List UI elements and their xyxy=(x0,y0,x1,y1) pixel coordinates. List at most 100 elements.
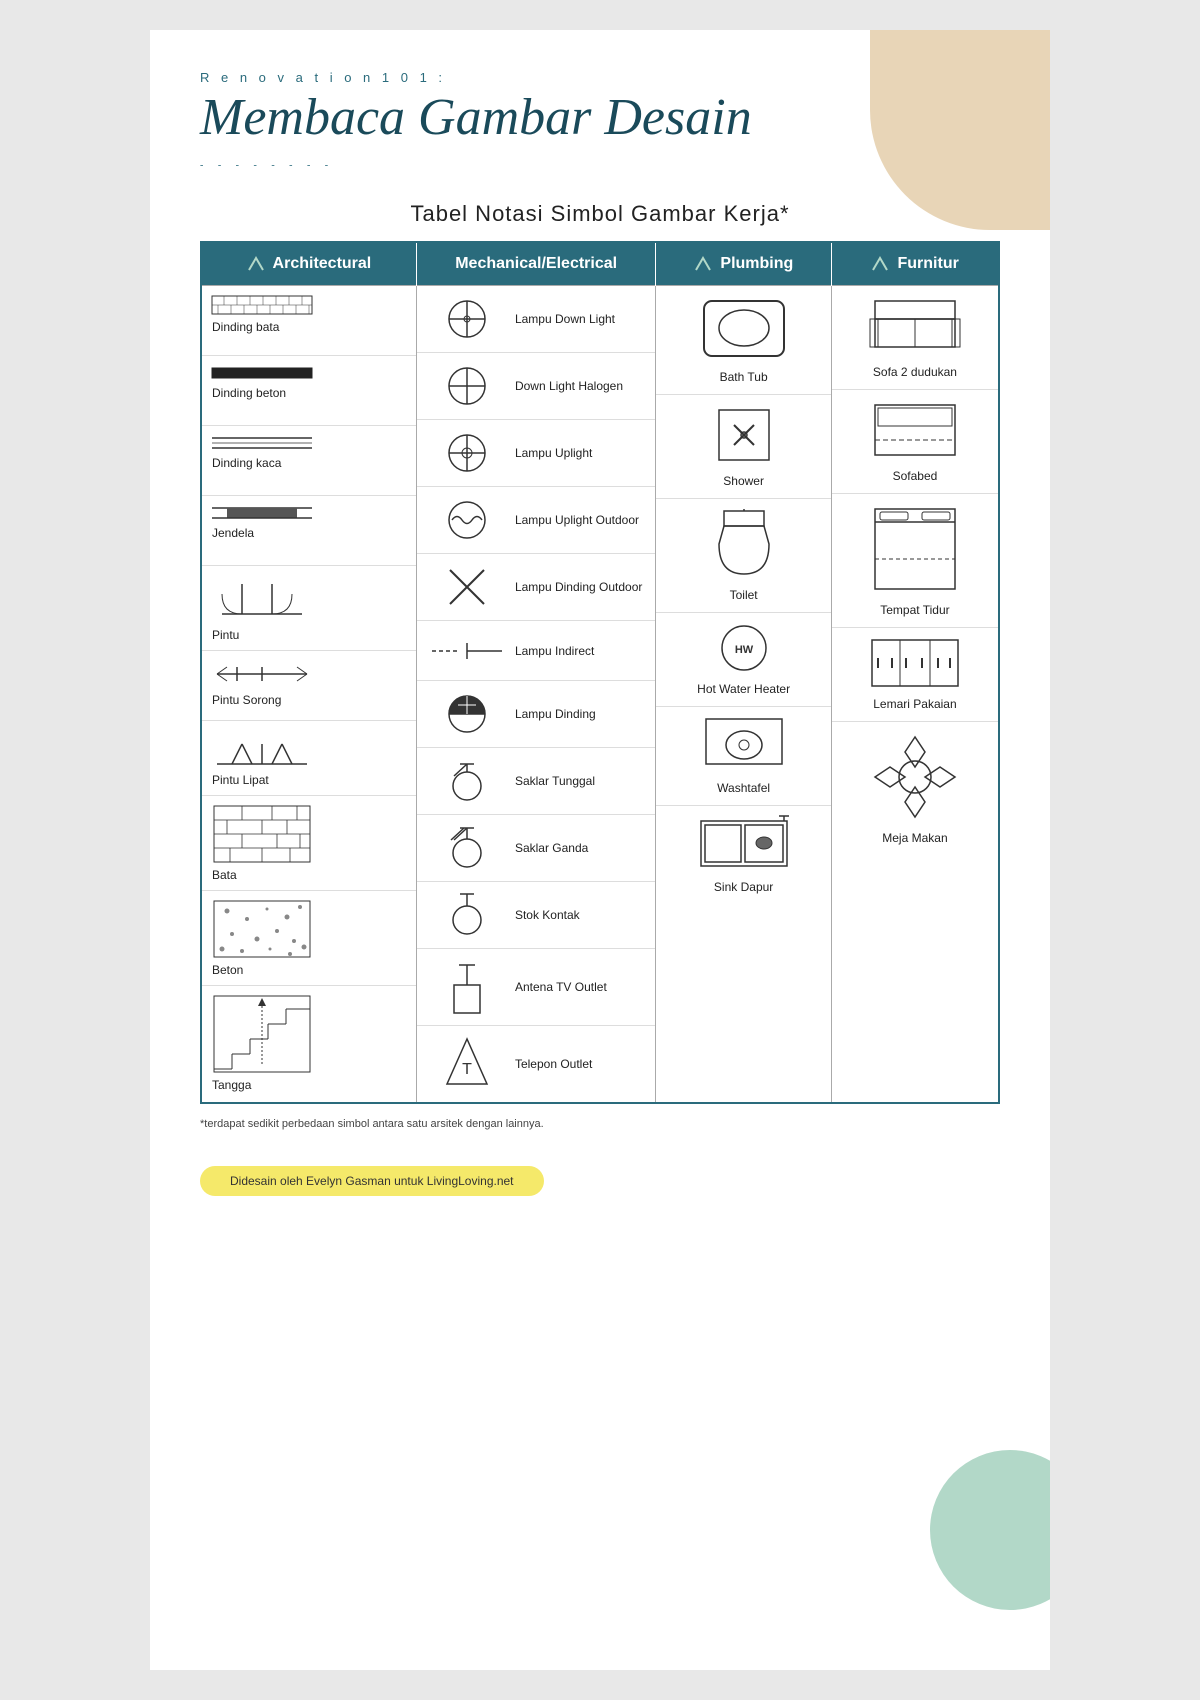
beton-symbol xyxy=(212,899,312,959)
tempat-tidur-label: Tempat Tidur xyxy=(880,603,949,617)
plumb-item-bathtub: Bath Tub xyxy=(656,286,831,395)
footer-credit: Didesain oleh Evelyn Gasman untuk Living… xyxy=(200,1166,544,1196)
mech-item-lampu-down-light: Lampu Down Light xyxy=(417,286,655,353)
dinding-beton-label: Dinding beton xyxy=(212,386,286,400)
table-title: Tabel Notasi Simbol Gambar Kerja* xyxy=(200,201,1000,227)
pintu-symbol xyxy=(212,574,312,624)
lemari-label: Lemari Pakaian xyxy=(873,697,956,711)
arch-item-dinding-beton: Dinding beton xyxy=(202,356,416,426)
jendela-label: Jendela xyxy=(212,526,254,540)
shower-label: Shower xyxy=(723,474,764,488)
sofa-label: Sofa 2 dudukan xyxy=(873,365,957,379)
jendela-symbol xyxy=(212,504,312,522)
washtafel-symbol xyxy=(704,717,784,777)
down-light-halogen-symbol xyxy=(427,361,507,411)
col-header-mechanical: Mechanical/Electrical xyxy=(416,242,655,286)
lampu-uplight-outdoor-label: Lampu Uplight Outdoor xyxy=(515,513,645,527)
mech-item-down-light-halogen: Down Light Halogen xyxy=(417,353,655,420)
furn-item-tempat-tidur: Tempat Tidur xyxy=(832,494,998,628)
mech-item-stok-kontak: Stok Kontak xyxy=(417,882,655,949)
arch-item-pintu-lipat: Pintu Lipat xyxy=(202,721,416,796)
furn-item-sofa: Sofa 2 dudukan xyxy=(832,286,998,390)
lampu-uplight-label: Lampu Uplight xyxy=(515,446,645,460)
dinding-bata-label: Dinding bata xyxy=(212,320,279,334)
saklar-tunggal-label: Saklar Tunggal xyxy=(515,774,645,788)
furniture-column: Sofa 2 dudukan xyxy=(831,286,999,1104)
bathtub-label: Bath Tub xyxy=(720,370,768,384)
architectural-column: Dinding bata Dinding beton xyxy=(201,286,416,1104)
lemari-symbol xyxy=(870,638,960,693)
plumb-item-shower: Shower xyxy=(656,395,831,499)
mech-item-saklar-tunggal: Saklar Tunggal xyxy=(417,748,655,815)
lampu-dinding-outdoor-label: Lampu Dinding Outdoor xyxy=(515,580,645,594)
footer-note: *terdapat sedikit perbedaan simbol antar… xyxy=(200,1118,1000,1130)
furn-item-meja-makan: Meja Makan xyxy=(832,722,998,855)
sofabed-symbol xyxy=(870,400,960,465)
saklar-tunggal-symbol xyxy=(427,756,507,806)
dinding-bata-symbol xyxy=(212,294,312,316)
meja-makan-symbol xyxy=(870,732,960,827)
bata-symbol xyxy=(212,804,312,864)
tangga-label: Tangga xyxy=(212,1078,251,1092)
arch-item-dinding-bata: Dinding bata xyxy=(202,286,416,356)
mech-item-lampu-uplight: Lampu Uplight xyxy=(417,420,655,487)
pintu-label: Pintu xyxy=(212,628,239,642)
svg-text:HW: HW xyxy=(734,644,753,656)
header-dots: - - - - - - - - xyxy=(200,160,1000,171)
pintu-sorong-label: Pintu Sorong xyxy=(212,693,281,707)
arch-item-pintu-sorong: Pintu Sorong xyxy=(202,651,416,721)
dinding-kaca-label: Dinding kaca xyxy=(212,456,281,470)
mechanical-column: Lampu Down Light xyxy=(416,286,655,1104)
lampu-dinding-symbol xyxy=(427,689,507,739)
tangga-symbol xyxy=(212,994,312,1074)
plumb-item-toilet: Toilet xyxy=(656,499,831,613)
furn-item-sofabed: Sofabed xyxy=(832,390,998,494)
lampu-uplight-symbol xyxy=(427,428,507,478)
stok-kontak-label: Stok Kontak xyxy=(515,908,645,922)
main-table: Architectural Mechanical/Electrical Plum… xyxy=(200,241,1000,1104)
col-header-plumbing: Plumbing xyxy=(656,242,832,286)
mech-item-lampu-uplight-outdoor: Lampu Uplight Outdoor xyxy=(417,487,655,554)
mech-item-saklar-ganda: Saklar Ganda xyxy=(417,815,655,882)
down-light-halogen-label: Down Light Halogen xyxy=(515,379,645,393)
beton-label: Beton xyxy=(212,963,243,977)
header-title: Membaca Gambar Desain xyxy=(200,89,1000,146)
mech-item-lampu-indirect: Lampu Indirect xyxy=(417,621,655,681)
bathtub-symbol xyxy=(699,296,789,366)
lampu-dinding-outdoor-symbol xyxy=(427,562,507,612)
deco-bottom-right xyxy=(930,1450,1050,1610)
lampu-indirect-symbol xyxy=(427,641,507,661)
plumb-item-washtafel: Washtafel xyxy=(656,707,831,806)
sofa-symbol xyxy=(870,296,960,361)
arch-item-tangga: Tangga xyxy=(202,986,416,1100)
col-header-furniture: Furnitur xyxy=(831,242,999,286)
washtafel-label: Washtafel xyxy=(717,781,770,795)
arch-item-pintu: Pintu xyxy=(202,566,416,651)
stok-kontak-symbol xyxy=(427,890,507,940)
meja-makan-label: Meja Makan xyxy=(882,831,947,845)
tempat-tidur-symbol xyxy=(870,504,960,599)
saklar-ganda-symbol xyxy=(427,823,507,873)
arch-item-beton: Beton xyxy=(202,891,416,986)
col-header-architectural: Architectural xyxy=(201,242,416,286)
toilet-symbol xyxy=(714,509,774,584)
telepon-label: Telepon Outlet xyxy=(515,1057,645,1071)
saklar-ganda-label: Saklar Ganda xyxy=(515,841,645,855)
header-subtitle: R e n o v a t i o n 1 0 1 : xyxy=(200,70,1000,85)
pintu-lipat-label: Pintu Lipat xyxy=(212,773,269,787)
dinding-beton-symbol xyxy=(212,364,312,382)
furn-item-lemari: Lemari Pakaian xyxy=(832,628,998,722)
mech-item-antena-tv: Antena TV Outlet xyxy=(417,949,655,1026)
header: R e n o v a t i o n 1 0 1 : Membaca Gamb… xyxy=(200,70,1000,171)
sink-dapur-label: Sink Dapur xyxy=(714,880,773,894)
antena-tv-label: Antena TV Outlet xyxy=(515,980,645,994)
dinding-kaca-symbol xyxy=(212,434,312,452)
mech-item-lampu-dinding-outdoor: Lampu Dinding Outdoor xyxy=(417,554,655,621)
antena-tv-symbol xyxy=(427,957,507,1017)
mech-item-telepon: T Telepon Outlet xyxy=(417,1026,655,1102)
lampu-uplight-outdoor-symbol xyxy=(427,495,507,545)
shower-symbol xyxy=(714,405,774,470)
mech-item-lampu-dinding: Lampu Dinding xyxy=(417,681,655,748)
hwh-label: Hot Water Heater xyxy=(697,682,790,696)
arch-item-jendela: Jendela xyxy=(202,496,416,566)
